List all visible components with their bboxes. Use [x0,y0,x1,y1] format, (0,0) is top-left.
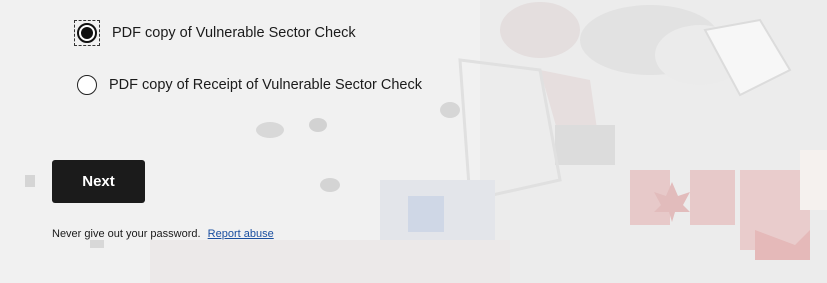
radio-button-selected[interactable] [77,23,97,43]
footer: Never give out your password. Report abu… [52,228,274,240]
radio-dot [81,27,93,39]
report-abuse-link[interactable]: Report abuse [208,228,274,240]
option-receipt-vulnerable-sector-check[interactable]: PDF copy of Receipt of Vulnerable Sector… [74,71,422,99]
next-button[interactable]: Next [52,160,145,203]
form-content: PDF copy of Vulnerable Sector Check PDF … [0,0,827,283]
radio-button-unselected[interactable] [77,75,97,95]
option-label: PDF copy of Receipt of Vulnerable Sector… [109,77,422,93]
option-label: PDF copy of Vulnerable Sector Check [112,25,356,41]
password-notice: Never give out your password. [52,228,201,240]
focus-indicator [74,20,100,46]
option-vulnerable-sector-check[interactable]: PDF copy of Vulnerable Sector Check [74,19,356,47]
